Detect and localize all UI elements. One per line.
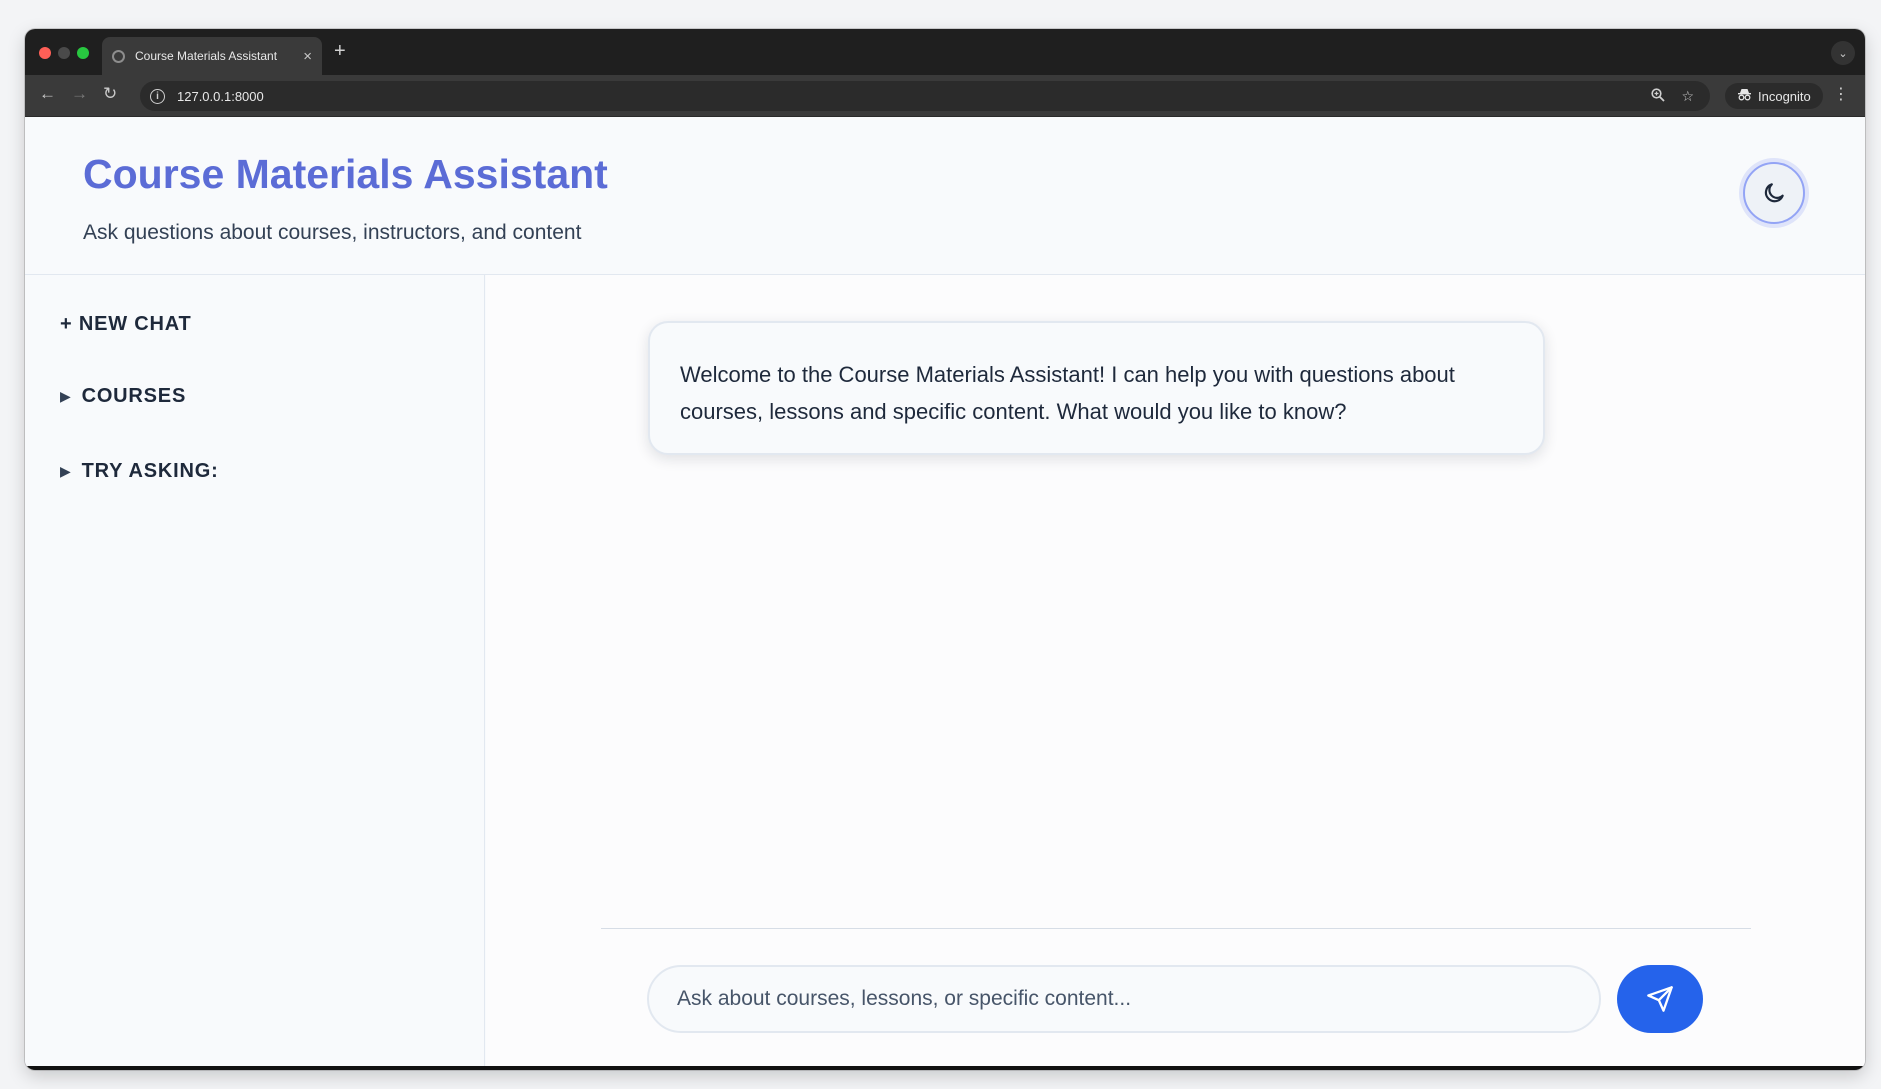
- moon-icon: [1764, 183, 1784, 203]
- window-bottom-edge: [25, 1066, 1865, 1070]
- assistant-message: Welcome to the Course Materials Assistan…: [648, 321, 1545, 455]
- send-button[interactable]: [1617, 965, 1703, 1033]
- chat-input[interactable]: [647, 965, 1601, 1033]
- page-subtitle: Ask questions about courses, instructors…: [83, 221, 582, 244]
- new-chat-button[interactable]: + NEW CHAT: [60, 313, 192, 336]
- forward-icon[interactable]: →: [71, 85, 88, 102]
- incognito-label: Incognito: [1758, 88, 1811, 104]
- maximize-window-button[interactable]: [77, 47, 89, 59]
- browser-tab[interactable]: Course Materials Assistant ×: [102, 37, 322, 75]
- close-window-button[interactable]: [39, 47, 51, 59]
- tab-favicon-icon: [112, 49, 125, 63]
- new-chat-label: + NEW CHAT: [60, 313, 192, 335]
- try-asking-label: TRY ASKING:: [81, 460, 219, 482]
- address-bar[interactable]: i 127.0.0.1:8000 ☆: [140, 81, 1710, 111]
- app-header: Course Materials Assistant Ask questions…: [25, 117, 1865, 275]
- courses-toggle[interactable]: ▶ COURSES: [60, 385, 186, 408]
- courses-label: COURSES: [81, 385, 187, 407]
- chat-area: Welcome to the Course Materials Assistan…: [486, 275, 1865, 1070]
- page-title: Course Materials Assistant: [83, 151, 608, 197]
- kebab-menu-icon[interactable]: ⋮: [1833, 87, 1849, 103]
- theme-toggle-button[interactable]: [1743, 162, 1805, 224]
- app-root: Course Materials Assistant Ask questions…: [25, 117, 1865, 1070]
- incognito-icon: [1737, 88, 1752, 104]
- url-text[interactable]: 127.0.0.1:8000: [177, 89, 1651, 104]
- caret-right-icon: ▶: [60, 388, 72, 404]
- tab-list-icon[interactable]: ⌄: [1831, 41, 1855, 65]
- info-icon[interactable]: i: [150, 88, 165, 104]
- caret-right-icon: ▶: [60, 463, 72, 479]
- incognito-badge[interactable]: Incognito: [1725, 83, 1823, 109]
- tab-close-icon[interactable]: ×: [303, 49, 312, 64]
- send-icon: [1647, 986, 1673, 1012]
- zoom-icon[interactable]: [1651, 87, 1666, 105]
- tab-bar: Course Materials Assistant × + ⌄: [25, 29, 1865, 75]
- minimize-window-button[interactable]: [58, 47, 70, 59]
- input-divider: [601, 928, 1751, 929]
- window-controls: [39, 47, 89, 59]
- try-asking-toggle[interactable]: ▶ TRY ASKING:: [60, 460, 219, 483]
- welcome-message-text: Welcome to the Course Materials Assistan…: [680, 362, 1455, 424]
- browser-window: Course Materials Assistant × + ⌄ ← → ↻ i…: [25, 29, 1865, 1070]
- new-tab-button[interactable]: +: [334, 41, 346, 61]
- sidebar: + NEW CHAT ▶ COURSES ▶ TRY ASKING:: [25, 275, 485, 1070]
- back-icon[interactable]: ←: [39, 85, 56, 102]
- browser-toolbar: ← → ↻ i 127.0.0.1:8000 ☆ Incognito ⋮: [25, 75, 1865, 117]
- reload-icon[interactable]: ↻: [103, 85, 117, 102]
- bookmark-star-icon[interactable]: ☆: [1681, 88, 1694, 105]
- tab-title: Course Materials Assistant: [135, 49, 278, 63]
